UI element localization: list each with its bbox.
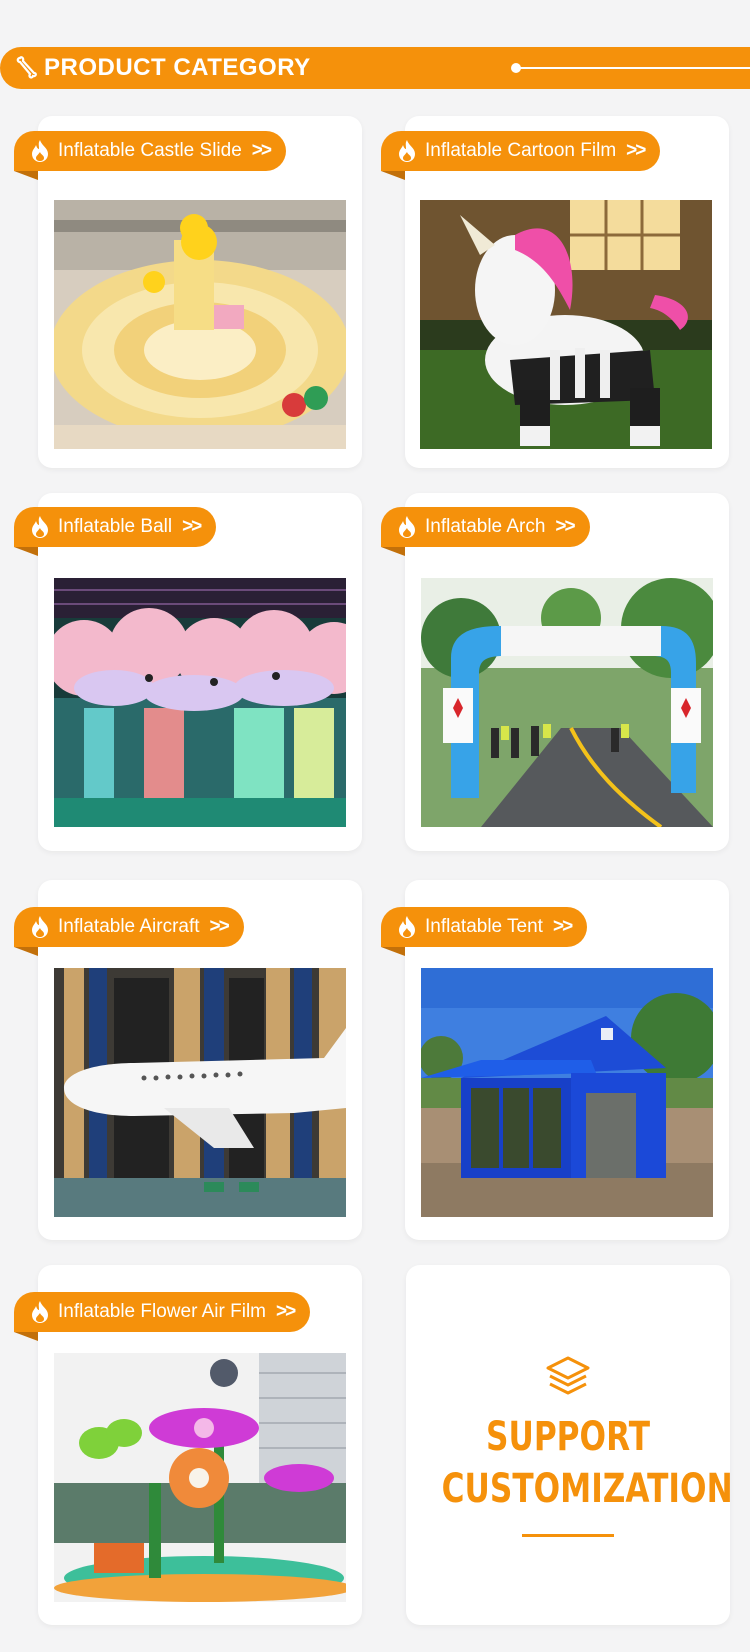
category-card-tent[interactable]: Inflatable Tent >> bbox=[381, 880, 729, 1240]
category-card-flower-air-film[interactable]: Inflatable Flower Air Film >> bbox=[14, 1265, 362, 1625]
chevrons-right-icon: >> bbox=[276, 1301, 296, 1322]
aircraft-image bbox=[54, 968, 346, 1217]
cartoon-film-image bbox=[420, 200, 712, 449]
category-tag[interactable]: Inflatable Tent >> bbox=[381, 907, 588, 956]
category-tag[interactable]: Inflatable Flower Air Film >> bbox=[14, 1292, 311, 1341]
category-tag[interactable]: Inflatable Aircraft >> bbox=[14, 907, 244, 956]
flame-icon bbox=[32, 1301, 48, 1323]
support-customization-card[interactable]: SUPPORT CUSTOMIZATION bbox=[406, 1265, 733, 1625]
category-card-castle-slide[interactable]: Inflatable Castle Slide >> bbox=[14, 116, 362, 468]
layers-icon bbox=[546, 1356, 590, 1395]
chevrons-right-icon: >> bbox=[251, 140, 272, 161]
category-label: Inflatable Cartoon Film bbox=[425, 140, 617, 161]
category-label: Inflatable Tent bbox=[425, 916, 543, 937]
category-tag[interactable]: Inflatable Arch >> bbox=[381, 507, 590, 556]
category-card-cartoon-film[interactable]: Inflatable Cartoon Film >> bbox=[381, 116, 729, 468]
flame-icon bbox=[32, 916, 48, 938]
arch-image bbox=[421, 578, 713, 827]
support-heading-line1: SUPPORT bbox=[486, 1414, 650, 1460]
support-heading-line2: CUSTOMIZATION bbox=[441, 1466, 733, 1512]
category-label: Inflatable Arch bbox=[425, 516, 546, 537]
page-title: PRODUCT CATEGORY bbox=[44, 54, 311, 81]
flame-icon bbox=[32, 516, 48, 538]
flame-icon bbox=[399, 916, 415, 938]
category-card-ball[interactable]: Inflatable Ball >> bbox=[14, 493, 362, 851]
header-divider bbox=[517, 67, 750, 69]
chevrons-right-icon: >> bbox=[555, 516, 575, 537]
support-underline bbox=[522, 1534, 614, 1537]
category-card-aircraft[interactable]: Inflatable Aircraft >> bbox=[14, 880, 362, 1240]
chevrons-right-icon: >> bbox=[209, 916, 230, 937]
category-tag[interactable]: Inflatable Ball >> bbox=[14, 507, 217, 556]
category-tag[interactable]: Inflatable Cartoon Film >> bbox=[381, 131, 661, 180]
category-label: Inflatable Castle Slide bbox=[58, 140, 242, 161]
flame-icon bbox=[32, 140, 48, 162]
category-card-arch[interactable]: Inflatable Arch >> bbox=[381, 493, 729, 851]
flame-icon bbox=[399, 140, 415, 162]
category-label: Inflatable Aircraft bbox=[58, 916, 200, 937]
category-label: Inflatable Flower Air Film bbox=[58, 1301, 267, 1322]
category-label: Inflatable Ball bbox=[58, 516, 173, 537]
category-tag[interactable]: Inflatable Castle Slide >> bbox=[14, 131, 286, 180]
flower-air-film-image bbox=[54, 1353, 346, 1602]
header-dot bbox=[511, 63, 521, 73]
tent-image bbox=[421, 968, 713, 1217]
flame-icon bbox=[399, 516, 415, 538]
chevrons-right-icon: >> bbox=[182, 516, 202, 537]
section-header: PRODUCT CATEGORY bbox=[0, 47, 750, 89]
castle-slide-image bbox=[54, 200, 346, 449]
bone-icon bbox=[16, 56, 37, 79]
chevrons-right-icon: >> bbox=[552, 916, 573, 937]
chevrons-right-icon: >> bbox=[626, 140, 646, 161]
ball-image bbox=[54, 578, 346, 827]
